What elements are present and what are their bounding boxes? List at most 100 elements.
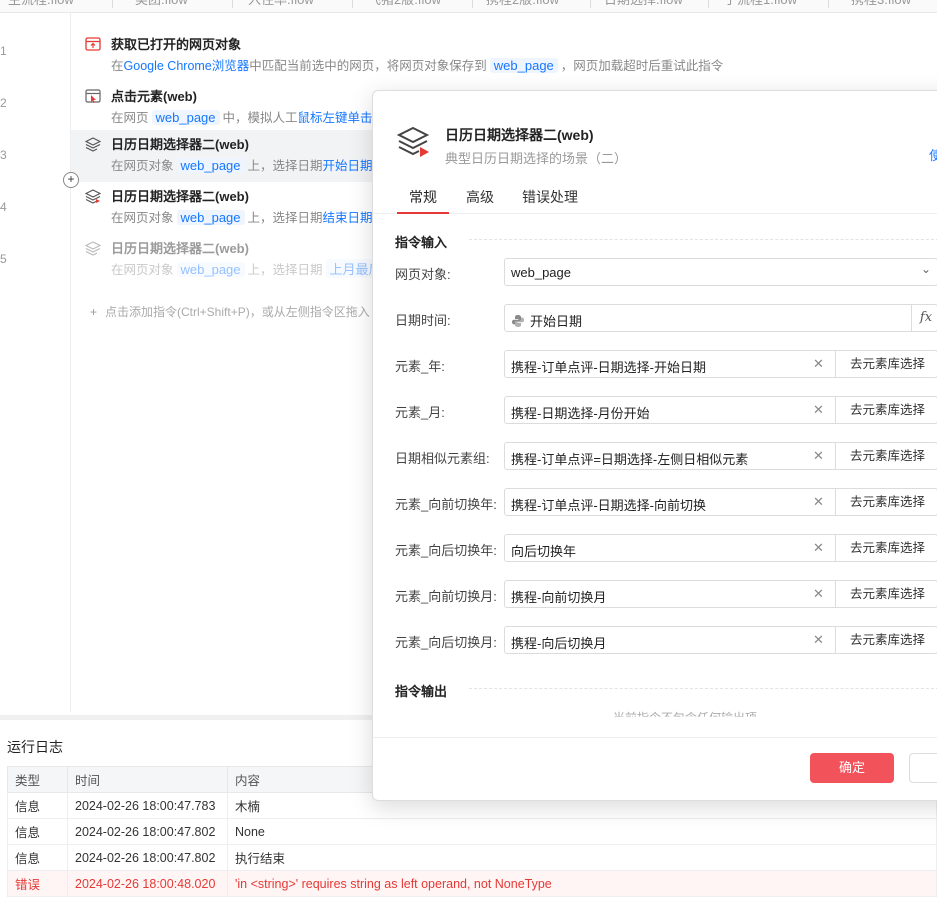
step-description: 在网页对象 web_page 上，选择日期 上月最后一: [111, 259, 402, 278]
tab-divider: [590, 0, 591, 8]
flow-step-date-picker-disabled[interactable]: 日历日期选择器二(web) 在网页对象 web_page 上，选择日期 上月最后一: [71, 234, 401, 286]
clear-icon[interactable]: ✕: [813, 448, 824, 464]
tab-main-flow[interactable]: 主流程.flow: [8, 0, 74, 12]
column-header-time: 时间: [67, 766, 228, 793]
log-type: 信息: [7, 844, 68, 871]
element-similar-group-input[interactable]: 携程-订单点评=日期选择-左侧日相似元素 ✕ 去元素库选择: [504, 442, 937, 470]
run-log-title: 运行日志: [7, 739, 63, 755]
tab-date-select[interactable]: 日期选择.flow: [604, 0, 683, 12]
pick-from-library-button[interactable]: 去元素库选择: [835, 627, 937, 653]
element-next-year-input[interactable]: 向后切换年 ✕ 去元素库选择: [504, 534, 937, 562]
tab-meituan[interactable]: 美团.flow: [135, 0, 188, 12]
table-row[interactable]: 信息 2024-02-26 18:00:47.802 None: [7, 818, 937, 845]
clear-icon[interactable]: ✕: [813, 402, 824, 418]
tab-divider: [708, 0, 709, 8]
clear-icon[interactable]: ✕: [813, 632, 824, 648]
variable-tag: web_page: [489, 58, 558, 73]
log-content: 'in <string>' requires string as left op…: [227, 870, 937, 897]
clear-icon[interactable]: ✕: [813, 494, 824, 510]
element-month-input[interactable]: 携程-日期选择-月份开始 ✕ 去元素库选择: [504, 396, 937, 424]
pick-from-library-button[interactable]: 去元素库选择: [835, 581, 937, 607]
table-row-error[interactable]: 错误 2024-02-26 18:00:48.020 'in <string>'…: [7, 870, 937, 897]
flow-step-get-webpage[interactable]: 获取已打开的网页对象 在Google Chrome浏览器中匹配当前选中的网页，将…: [71, 30, 731, 82]
step-title: 日历日期选择器二(web): [111, 137, 249, 152]
section-output-title: 指令输出: [395, 684, 448, 699]
field-label: 日期相似元素组:: [395, 451, 490, 466]
tab-ctrip2[interactable]: 携程2版.flow: [486, 0, 559, 12]
field-label: 元素_向后切换月:: [395, 635, 497, 650]
instruction-settings-dialog: 日历日期选择器二(web) 典型日历日期选择的场景（二） 使 常规 高级 错误处…: [372, 90, 937, 801]
clear-icon[interactable]: ✕: [813, 586, 824, 602]
select-value: web_page: [511, 265, 571, 280]
layers-icon: [85, 137, 101, 152]
layers-icon: [85, 241, 101, 256]
flow-step-click-element[interactable]: 点击元素(web) 在网页web_page中，模拟人工鼠标左键单击网: [71, 82, 401, 134]
variable-tag: web_page: [176, 262, 245, 277]
line-number: 5: [0, 252, 7, 266]
tab-ctrip3[interactable]: 携程3.flow: [851, 0, 911, 12]
tab-divider: [112, 0, 113, 8]
field-label: 元素_向前切换年:: [395, 497, 497, 512]
element-prev-year-input[interactable]: 携程-订单点评-日期选择-向前切换 ✕ 去元素库选择: [504, 488, 937, 516]
expression-fx-button[interactable]: fx: [911, 305, 937, 331]
element-value: 携程-订单点评=日期选择-左侧日相似元素: [511, 452, 749, 467]
cancel-button[interactable]: [909, 753, 937, 783]
tab-subflow1[interactable]: 子流程1.flow: [724, 0, 797, 12]
element-prev-month-input[interactable]: 携程-向前切换月 ✕ 去元素库选择: [504, 580, 937, 608]
dialog-title: 日历日期选择器二(web): [445, 127, 594, 143]
log-type: 信息: [7, 818, 68, 845]
step-description: 在网页web_page中，模拟人工鼠标左键单击网: [111, 110, 385, 125]
web-page-select[interactable]: web_page ⌄: [504, 258, 937, 286]
flow-step-date-picker-end[interactable]: 日历日期选择器二(web) 在网页对象web_page上，选择日期结束日期。: [71, 182, 401, 234]
file-tabs: 主流程.flow 美团.flow 入住率.flow 飞猪2版.flow 携程2版…: [0, 0, 937, 13]
tab-divider: [472, 0, 473, 8]
element-value: 携程-订单点评-日期选择-向前切换: [511, 498, 706, 513]
help-link[interactable]: 使: [929, 145, 937, 164]
line-number: 3: [0, 148, 7, 162]
tab-feizhu2[interactable]: 飞猪2版.flow: [368, 0, 441, 12]
pick-from-library-button[interactable]: 去元素库选择: [835, 489, 937, 515]
tab-occupancy[interactable]: 入住率.flow: [248, 0, 314, 12]
step-title: 点击元素(web): [111, 89, 197, 104]
chevron-down-icon: ⌄: [920, 262, 931, 276]
pick-from-library-button[interactable]: 去元素库选择: [835, 397, 937, 423]
field-label: 元素_向前切换月:: [395, 589, 497, 604]
line-number-gutter: [0, 12, 71, 712]
pick-from-library-button[interactable]: 去元素库选择: [835, 443, 937, 469]
confirm-button[interactable]: 确定: [810, 753, 894, 783]
log-type: 信息: [7, 792, 68, 819]
line-number: 4: [0, 200, 7, 214]
clear-icon[interactable]: ✕: [813, 540, 824, 556]
step-description: 在网页对象web_page上，选择日期开始日期。: [111, 158, 385, 173]
browser-icon: [85, 37, 101, 51]
element-next-month-input[interactable]: 携程-向后切换月 ✕ 去元素库选择: [504, 626, 937, 654]
panel-splitter[interactable]: [0, 715, 372, 720]
table-row[interactable]: 信息 2024-02-26 18:00:47.802 执行结束: [7, 844, 937, 871]
tab-advanced[interactable]: 高级: [466, 187, 494, 213]
tab-divider: [232, 0, 233, 8]
log-content: None: [227, 818, 937, 845]
element-year-input[interactable]: 携程-订单点评-日期选择-开始日期 ✕ 去元素库选择: [504, 350, 937, 378]
field-label: 元素_月:: [395, 405, 445, 420]
flow-step-date-picker-selected[interactable]: 日历日期选择器二(web) 在网页对象web_page上，选择日期开始日期。: [71, 130, 401, 182]
clear-icon[interactable]: ✕: [813, 356, 824, 372]
click-icon: [85, 89, 101, 103]
log-time: 2024-02-26 18:00:48.020: [67, 870, 228, 897]
step-title: 获取已打开的网页对象: [111, 37, 242, 52]
field-label: 网页对象:: [395, 267, 451, 282]
layers-icon: [397, 126, 430, 157]
layers-icon: [85, 189, 101, 204]
step-description: 在Google Chrome浏览器中匹配当前选中的网页，将网页对象保存到 web_…: [111, 58, 724, 73]
plus-icon: +: [90, 305, 98, 319]
log-content: 执行结束: [227, 844, 937, 871]
column-header-type: 类型: [7, 766, 68, 793]
add-instruction-hint[interactable]: + 点击添加指令(Ctrl+Shift+P)，或从左侧指令区拖入: [90, 303, 370, 320]
tab-divider: [352, 0, 353, 8]
section-divider: [469, 239, 937, 240]
pick-from-library-button[interactable]: 去元素库选择: [835, 535, 937, 561]
pick-from-library-button[interactable]: 去元素库选择: [835, 351, 937, 377]
variable-tag: web_page: [151, 110, 220, 125]
date-time-input[interactable]: 开始日期 fx: [504, 304, 937, 332]
tab-general[interactable]: 常规: [397, 187, 449, 214]
tab-error-handling[interactable]: 错误处理: [522, 187, 578, 213]
